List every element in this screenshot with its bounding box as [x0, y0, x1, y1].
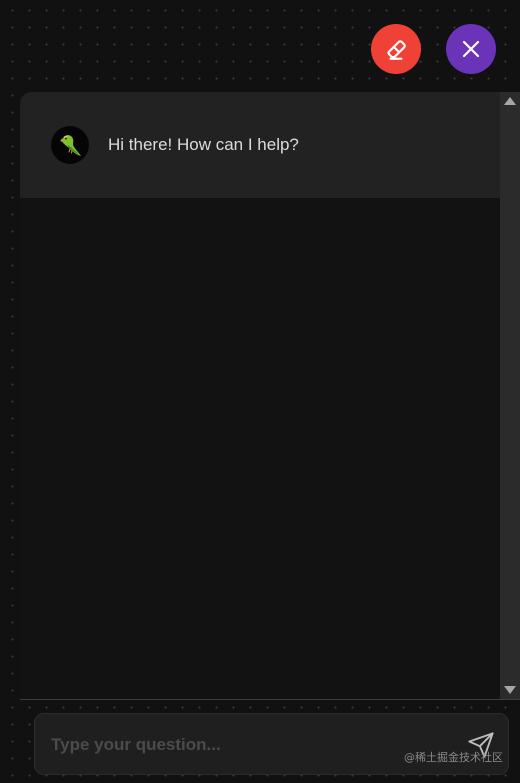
chatbot-page: Hi there! How can I help? @稀土掘金技术社区	[0, 0, 520, 783]
close-icon	[462, 40, 480, 58]
scroll-down-arrow[interactable]	[504, 686, 516, 694]
input-divider	[20, 699, 520, 700]
bot-message: Hi there! How can I help?	[20, 92, 500, 198]
scroll-up-arrow[interactable]	[504, 97, 516, 105]
eraser-icon	[387, 40, 406, 60]
question-input-box	[34, 713, 509, 775]
watermark: @稀土掘金技术社区	[404, 751, 503, 764]
bot-message-text: Hi there! How can I help?	[108, 135, 299, 154]
question-input[interactable]	[51, 733, 451, 757]
close-chat-button[interactable]	[446, 24, 496, 74]
scrollbar[interactable]	[500, 92, 520, 699]
clear-chat-button[interactable]	[371, 24, 421, 74]
message-list[interactable]: Hi there! How can I help?	[20, 92, 500, 699]
chat-window: Hi there! How can I help?	[20, 92, 520, 699]
bot-avatar	[51, 126, 89, 164]
parrot-icon	[60, 135, 81, 156]
